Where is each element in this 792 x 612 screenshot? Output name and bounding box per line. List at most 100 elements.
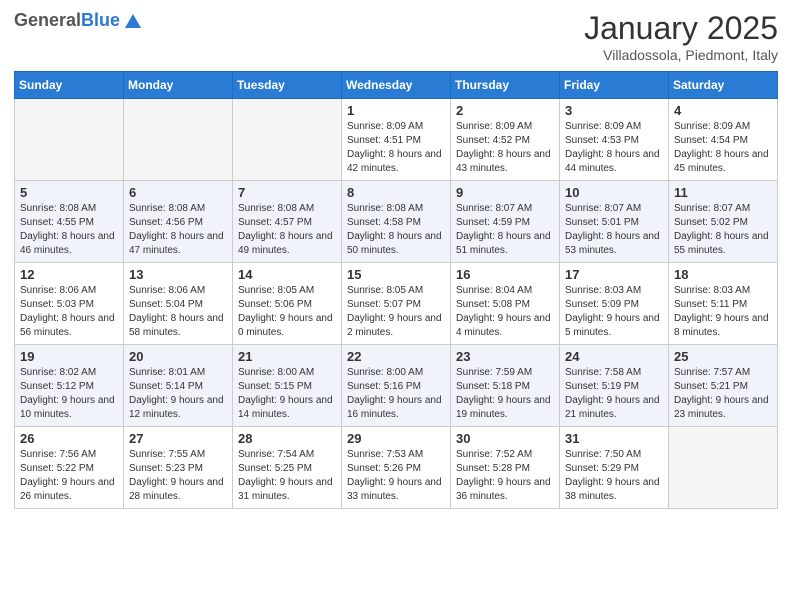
header: GeneralBlue January 2025 Villadossola, P… — [14, 10, 778, 63]
day-number: 3 — [565, 103, 663, 118]
calendar-day: 7 Sunrise: 8:08 AMSunset: 4:57 PMDaylight… — [233, 181, 342, 263]
calendar-container: GeneralBlue January 2025 Villadossola, P… — [0, 0, 792, 523]
day-info: Sunrise: 8:07 AMSunset: 5:01 PMDaylight:… — [565, 202, 663, 258]
day-info: Sunrise: 8:05 AMSunset: 5:07 PMDaylight:… — [347, 284, 445, 340]
day-number: 9 — [456, 185, 554, 200]
calendar-week-row: 5 Sunrise: 8:08 AMSunset: 4:55 PMDaylight… — [15, 181, 778, 263]
logo-general: General — [14, 10, 81, 30]
day-number: 4 — [674, 103, 772, 118]
day-number: 24 — [565, 349, 663, 364]
day-info: Sunrise: 8:07 AMSunset: 5:02 PMDaylight:… — [674, 202, 772, 258]
calendar-day: 21Sunrise: 8:00 AMSunset: 5:15 PMDayligh… — [233, 345, 342, 427]
day-number: 7 — [238, 185, 336, 200]
calendar-day: 27 Sunrise: 7:55 AMSunset: 5:23 PMDayligh… — [124, 427, 233, 509]
calendar-table: SundayMondayTuesdayWednesdayThursdayFrid… — [14, 71, 778, 509]
logo-icon — [124, 12, 142, 30]
day-header: Monday — [124, 72, 233, 99]
calendar-day: 28Sunrise: 7:54 AMSunset: 5:25 PMDayligh… — [233, 427, 342, 509]
calendar-day: 29Sunrise: 7:53 AMSunset: 5:26 PMDayligh… — [342, 427, 451, 509]
calendar-day: 1Sunrise: 8:09 AMSunset: 4:51 PMDaylight… — [342, 99, 451, 181]
logo-blue: Blue — [81, 10, 120, 30]
day-number: 25 — [674, 349, 772, 364]
day-header: Friday — [560, 72, 669, 99]
location: Villadossola, Piedmont, Italy — [584, 47, 778, 63]
day-number: 8 — [347, 185, 445, 200]
day-info: Sunrise: 8:03 AMSunset: 5:11 PMDaylight:… — [674, 284, 772, 340]
calendar-week-row: 19 Sunrise: 8:02 AMSunset: 5:12 PMDayligh… — [15, 345, 778, 427]
calendar-week-row: 1Sunrise: 8:09 AMSunset: 4:51 PMDaylight… — [15, 99, 778, 181]
calendar-day: 19 Sunrise: 8:02 AMSunset: 5:12 PMDayligh… — [15, 345, 124, 427]
day-number: 30 — [456, 431, 554, 446]
calendar-day: 24Sunrise: 7:58 AMSunset: 5:19 PMDayligh… — [560, 345, 669, 427]
calendar-day: 16Sunrise: 8:04 AMSunset: 5:08 PMDayligh… — [451, 263, 560, 345]
day-info: Sunrise: 7:54 AMSunset: 5:25 PMDaylight:… — [238, 448, 336, 504]
day-header: Sunday — [15, 72, 124, 99]
day-header: Saturday — [669, 72, 778, 99]
calendar-day: 31Sunrise: 7:50 AMSunset: 5:29 PMDayligh… — [560, 427, 669, 509]
day-info: Sunrise: 8:09 AMSunset: 4:52 PMDaylight:… — [456, 120, 554, 176]
day-number: 5 — [20, 185, 118, 200]
calendar-day: 23 Sunrise: 7:59 AMSunset: 5:18 PMDayligh… — [451, 345, 560, 427]
day-number: 27 — [129, 431, 227, 446]
calendar-day: 9 Sunrise: 8:07 AMSunset: 4:59 PMDaylight… — [451, 181, 560, 263]
calendar-day: 4Sunrise: 8:09 AMSunset: 4:54 PMDaylight… — [669, 99, 778, 181]
day-info: Sunrise: 8:00 AMSunset: 5:16 PMDaylight:… — [347, 366, 445, 422]
day-number: 15 — [347, 267, 445, 282]
calendar-week-row: 12Sunrise: 8:06 AMSunset: 5:03 PMDayligh… — [15, 263, 778, 345]
day-info: Sunrise: 8:03 AMSunset: 5:09 PMDaylight:… — [565, 284, 663, 340]
day-info: Sunrise: 8:05 AMSunset: 5:06 PMDaylight:… — [238, 284, 336, 340]
calendar-day: 8 Sunrise: 8:08 AMSunset: 4:58 PMDaylight… — [342, 181, 451, 263]
day-info: Sunrise: 8:01 AMSunset: 5:14 PMDaylight:… — [129, 366, 227, 422]
day-number: 21 — [238, 349, 336, 364]
day-info: Sunrise: 7:52 AMSunset: 5:28 PMDaylight:… — [456, 448, 554, 504]
day-info: Sunrise: 8:09 AMSunset: 4:51 PMDaylight:… — [347, 120, 445, 176]
day-info: Sunrise: 7:59 AMSunset: 5:18 PMDaylight:… — [456, 366, 554, 422]
day-number: 11 — [674, 185, 772, 200]
day-info: Sunrise: 8:06 AMSunset: 5:04 PMDaylight:… — [129, 284, 227, 340]
day-number: 26 — [20, 431, 118, 446]
month-title: January 2025 — [584, 10, 778, 47]
calendar-day: 30 Sunrise: 7:52 AMSunset: 5:28 PMDayligh… — [451, 427, 560, 509]
day-number: 23 — [456, 349, 554, 364]
day-info: Sunrise: 7:56 AMSunset: 5:22 PMDaylight:… — [20, 448, 118, 504]
day-number: 14 — [238, 267, 336, 282]
calendar-day: 20 Sunrise: 8:01 AMSunset: 5:14 PMDayligh… — [124, 345, 233, 427]
calendar-day: 6Sunrise: 8:08 AMSunset: 4:56 PMDaylight… — [124, 181, 233, 263]
calendar-empty — [233, 99, 342, 181]
day-info: Sunrise: 7:55 AMSunset: 5:23 PMDaylight:… — [129, 448, 227, 504]
calendar-day: 5 Sunrise: 8:08 AMSunset: 4:55 PMDaylight… — [15, 181, 124, 263]
calendar-day: 22 Sunrise: 8:00 AMSunset: 5:16 PMDayligh… — [342, 345, 451, 427]
day-info: Sunrise: 8:04 AMSunset: 5:08 PMDaylight:… — [456, 284, 554, 340]
calendar-empty — [669, 427, 778, 509]
calendar-day: 11 Sunrise: 8:07 AMSunset: 5:02 PMDayligh… — [669, 181, 778, 263]
day-info: Sunrise: 8:08 AMSunset: 4:56 PMDaylight:… — [129, 202, 227, 258]
day-info: Sunrise: 8:02 AMSunset: 5:12 PMDaylight:… — [20, 366, 118, 422]
day-info: Sunrise: 8:08 AMSunset: 4:58 PMDaylight:… — [347, 202, 445, 258]
calendar-week-row: 26 Sunrise: 7:56 AMSunset: 5:22 PMDayligh… — [15, 427, 778, 509]
calendar-day: 3 Sunrise: 8:09 AMSunset: 4:53 PMDaylight… — [560, 99, 669, 181]
logo-text: GeneralBlue — [14, 10, 120, 31]
calendar-day: 13 Sunrise: 8:06 AMSunset: 5:04 PMDayligh… — [124, 263, 233, 345]
calendar-empty — [124, 99, 233, 181]
calendar-header-row: SundayMondayTuesdayWednesdayThursdayFrid… — [15, 72, 778, 99]
day-info: Sunrise: 7:57 AMSunset: 5:21 PMDaylight:… — [674, 366, 772, 422]
day-number: 22 — [347, 349, 445, 364]
calendar-day: 18Sunrise: 8:03 AMSunset: 5:11 PMDayligh… — [669, 263, 778, 345]
day-info: Sunrise: 8:07 AMSunset: 4:59 PMDaylight:… — [456, 202, 554, 258]
day-number: 17 — [565, 267, 663, 282]
calendar-day: 14 Sunrise: 8:05 AMSunset: 5:06 PMDayligh… — [233, 263, 342, 345]
day-number: 20 — [129, 349, 227, 364]
day-number: 13 — [129, 267, 227, 282]
day-info: Sunrise: 8:09 AMSunset: 4:53 PMDaylight:… — [565, 120, 663, 176]
day-header: Tuesday — [233, 72, 342, 99]
day-info: Sunrise: 7:53 AMSunset: 5:26 PMDaylight:… — [347, 448, 445, 504]
calendar-day: 25 Sunrise: 7:57 AMSunset: 5:21 PMDayligh… — [669, 345, 778, 427]
day-header: Thursday — [451, 72, 560, 99]
day-number: 19 — [20, 349, 118, 364]
calendar-day: 2 Sunrise: 8:09 AMSunset: 4:52 PMDaylight… — [451, 99, 560, 181]
day-info: Sunrise: 8:08 AMSunset: 4:55 PMDaylight:… — [20, 202, 118, 258]
title-section: January 2025 Villadossola, Piedmont, Ita… — [584, 10, 778, 63]
day-info: Sunrise: 8:08 AMSunset: 4:57 PMDaylight:… — [238, 202, 336, 258]
day-number: 2 — [456, 103, 554, 118]
logo: GeneralBlue — [14, 10, 142, 31]
